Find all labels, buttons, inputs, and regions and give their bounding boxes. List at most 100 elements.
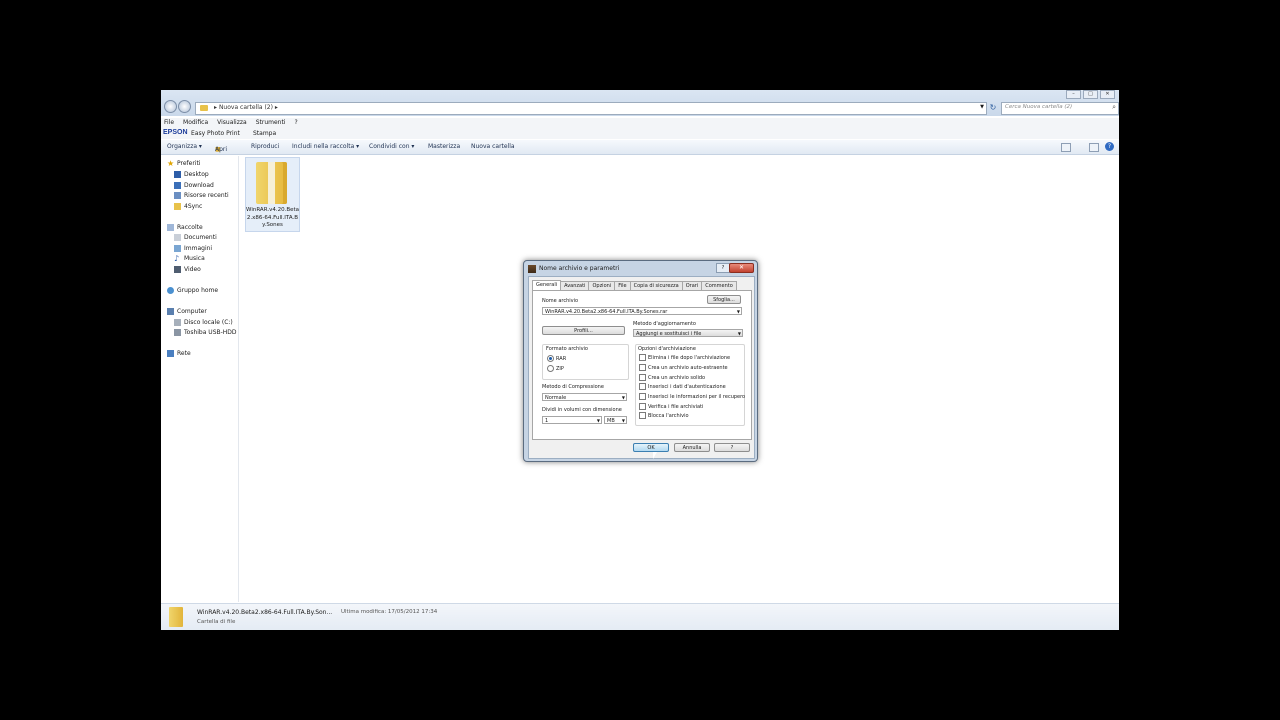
maximize-button[interactable]: □ [1083, 90, 1098, 99]
archive-name-field[interactable]: WinRAR.v4.20.Beta2.x86-64.Full.ITA.By.So… [542, 307, 742, 315]
option-lock-archive[interactable]: Blocca l'archivio [639, 412, 689, 419]
option-label: Crea un archivio auto-estraente [648, 364, 728, 371]
nav-network[interactable]: Rete [167, 348, 191, 358]
breadcrumb[interactable]: ▸ Nuova cartella (2) ▸ [214, 104, 278, 111]
nav-computer[interactable]: Computer [167, 306, 207, 316]
menu-strumenti[interactable]: Strumenti [256, 118, 286, 128]
nav-images[interactable]: Immagini [174, 243, 212, 253]
help-button[interactable]: ? [714, 443, 750, 452]
option-label: Inserisci le informazioni per il recuper… [648, 393, 746, 400]
option-authenticity[interactable]: Inserisci i dati d'autenticazione [639, 383, 726, 390]
view-options-icon[interactable] [1061, 143, 1071, 152]
nav-label: Video [184, 265, 201, 273]
split-unit-select[interactable]: MB ▼ [604, 416, 627, 424]
dialog-close-button[interactable]: ✕ [729, 263, 754, 273]
chevron-down-icon: ▼ [621, 418, 625, 423]
nav-homegroup[interactable]: Gruppo home [167, 285, 218, 295]
organize-button[interactable]: Organizza ▾ [167, 143, 202, 150]
format-rar-radio[interactable]: RAR [547, 355, 566, 362]
menu-modifica[interactable]: Modifica [183, 118, 208, 128]
option-solid[interactable]: Crea un archivio solido [639, 374, 705, 381]
nav-favorites[interactable]: ★ Preferiti [167, 158, 201, 168]
recent-places-icon [174, 191, 181, 199]
search-placeholder: Cerca Nuova cartella (2) [1005, 104, 1073, 110]
ok-button[interactable]: OK [633, 443, 669, 452]
cancel-button[interactable]: Annulla [674, 443, 710, 452]
format-zip-radio[interactable]: ZIP [547, 365, 564, 372]
option-label: Elimina i file dopo l'archiviazione [648, 354, 731, 361]
easy-photo-print-button[interactable]: Easy Photo Print [191, 130, 240, 137]
nav-label: Desktop [184, 170, 209, 178]
include-in-library-button[interactable]: Includi nella raccolta ▾ [292, 143, 359, 150]
option-label: Blocca l'archivio [648, 412, 689, 419]
menu-visualizza[interactable]: Visualizza [217, 118, 247, 128]
checkbox [639, 393, 646, 400]
help-icon[interactable]: ? [1105, 142, 1114, 151]
search-input[interactable]: Cerca Nuova cartella (2) ⌕ [1001, 102, 1119, 115]
nav-libraries[interactable]: Raccolte [167, 222, 203, 232]
checkbox [639, 354, 646, 361]
option-test-files[interactable]: Verifica i file archiviati [639, 403, 703, 410]
navigation-pane: ★ Preferiti Desktop Download Risorse rece… [161, 156, 241, 602]
checkbox [639, 374, 646, 381]
back-button[interactable] [164, 100, 177, 113]
play-button[interactable]: Riproduci [251, 143, 279, 150]
tab-opzioni[interactable]: Opzioni [588, 281, 616, 290]
file-item-winrar-folder[interactable]: WinRAR.v4.20.Beta2.x86-64.Full.ITA.By.So… [245, 157, 300, 232]
nav-download[interactable]: Download [174, 180, 214, 190]
forward-button[interactable] [178, 100, 191, 113]
option-label: Crea un archivio solido [648, 374, 706, 381]
nav-label: Disco locale (C:) [184, 318, 233, 326]
breadcrumb-item[interactable]: Nuova cartella (2) [219, 104, 273, 111]
split-size-field[interactable]: 1 ▼ [542, 416, 602, 424]
address-bar[interactable]: ▸ Nuova cartella (2) ▸ ▼ [195, 102, 987, 115]
music-icon: ♪ [174, 253, 180, 263]
chevron-down-icon[interactable]: ▼ [980, 104, 984, 110]
profiles-button[interactable]: Profili... [542, 326, 625, 335]
nav-documents[interactable]: Documenti [174, 232, 217, 242]
nav-local-disk[interactable]: Disco locale (C:) [174, 317, 233, 327]
search-icon[interactable]: ⌕ [1112, 103, 1116, 112]
menu-file[interactable]: File [164, 118, 174, 128]
chevron-down-icon[interactable]: ▼ [737, 308, 740, 314]
compression-select[interactable]: Normale ▼ [542, 393, 627, 401]
refresh-icon[interactable]: ↻ [988, 102, 998, 113]
images-icon [174, 244, 181, 252]
nav-video[interactable]: Video [174, 264, 201, 274]
computer-icon [167, 307, 174, 315]
tab-copia-di-sicurezza[interactable]: Copia di sicurezza [629, 281, 683, 290]
radio-checked [547, 355, 554, 362]
nav-4sync[interactable]: 4Sync [174, 201, 202, 211]
option-recovery-record[interactable]: Inserisci le informazioni per il recuper… [639, 393, 745, 400]
new-folder-button[interactable]: Nuova cartella [471, 143, 515, 150]
desktop-icon [174, 170, 181, 178]
burn-button[interactable]: Masterizza [428, 143, 460, 150]
mouse-cursor [653, 452, 657, 459]
dialog-help-button[interactable]: ? [716, 263, 730, 273]
nav-music[interactable]: ♪ Musica [174, 253, 205, 263]
browse-button[interactable]: Sfoglia... [707, 295, 741, 304]
chevron-down-icon[interactable]: ▼ [597, 417, 600, 423]
nav-label: Computer [177, 307, 207, 315]
tab-avanzati[interactable]: Avanzati [560, 281, 590, 290]
share-with-button[interactable]: Condividi con ▾ [369, 143, 414, 150]
close-button[interactable]: ✕ [1100, 90, 1115, 99]
update-method-select[interactable]: Aggiungi e sostituisci i file ▼ [633, 329, 743, 337]
archive-name-value: WinRAR.v4.20.Beta2.x86-64.Full.ITA.By.So… [545, 309, 668, 315]
tab-commento[interactable]: Commento [701, 281, 737, 290]
library-icon [167, 223, 174, 231]
print-button[interactable]: Stampa [253, 130, 276, 137]
tab-file[interactable]: File [614, 281, 631, 290]
tab-orari[interactable]: Orari [681, 281, 703, 290]
checkbox [639, 383, 646, 390]
preview-pane-icon[interactable] [1089, 143, 1099, 152]
menu-help[interactable]: ? [294, 118, 297, 128]
file-type: Cartella di file [197, 619, 236, 625]
minimize-button[interactable]: – [1066, 90, 1081, 99]
tab-generali[interactable]: Generali [532, 280, 562, 290]
nav-desktop[interactable]: Desktop [174, 169, 209, 179]
option-sfx[interactable]: Crea un archivio auto-estraente [639, 364, 728, 371]
nav-recent[interactable]: Risorse recenti [174, 190, 229, 200]
nav-usb-drive[interactable]: Toshiba USB-HDD ( [174, 327, 241, 337]
option-delete-after[interactable]: Elimina i file dopo l'archiviazione [639, 354, 730, 361]
